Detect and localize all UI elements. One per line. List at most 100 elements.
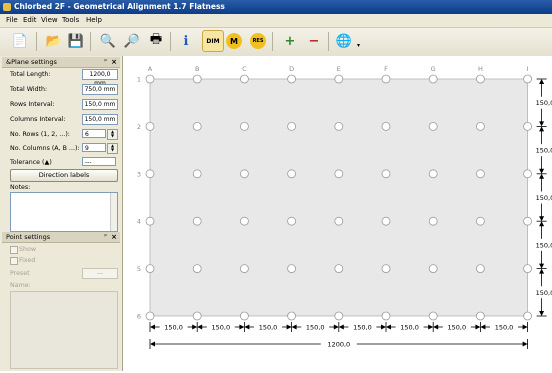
grid-point[interactable] [475,264,485,274]
globe-icon[interactable]: 🌐 [334,31,354,51]
total-length-label: 1200,0 [327,341,350,349]
grid-point[interactable] [192,216,202,226]
menu-file[interactable]: File [6,16,18,24]
grid-point[interactable] [240,311,249,321]
rows-interval-field[interactable]: 150,0 mm [82,99,118,110]
grid-point[interactable] [475,169,485,179]
zoom-in-icon[interactable]: + [280,31,300,51]
print-icon[interactable]: 🖶 [146,31,166,51]
grid-point[interactable] [475,311,485,321]
menu-help[interactable]: Help [86,16,102,24]
grid-point[interactable] [523,122,533,131]
grid-point[interactable] [334,311,344,321]
grid-point[interactable] [287,169,297,179]
show-checkbox[interactable] [10,246,18,254]
save-icon[interactable]: 💾 [66,31,86,51]
res-icon[interactable]: RES [250,33,266,49]
notes-scrollbar[interactable] [110,193,117,231]
grid-point[interactable] [334,169,344,179]
grid-point[interactable] [381,216,391,226]
columns-count-input[interactable]: 9 [82,143,106,152]
grid-point[interactable] [334,264,344,274]
title-bar: Chlorbed 2F - Geometrical Alignment 1.7 … [0,0,552,14]
preview-icon[interactable]: 🔎 [122,31,142,51]
dim-icon[interactable]: DIM [202,30,224,52]
grid-point[interactable] [428,216,438,226]
grid-point[interactable] [381,122,391,131]
pin-icon[interactable]: ᵖ [104,232,107,242]
grid-point[interactable] [145,311,155,321]
grid-point[interactable] [145,122,155,131]
toolbar-separator [36,32,37,51]
tolerance-field[interactable]: --- [82,157,116,166]
grid-point[interactable] [523,74,533,84]
preset-field[interactable]: --- [82,268,118,279]
grid-point[interactable] [523,216,533,226]
grid-point[interactable] [192,122,202,131]
close-icon[interactable]: × [111,232,117,242]
info-icon[interactable]: ℹ [176,31,196,51]
total-width-field[interactable]: 750,0 mm [82,84,118,95]
plane-canvas[interactable]: A B C D E F G H I 1 2 3 4 5 6 150,0 150,0 150,0 150,0 150,0… [123,56,552,371]
grid-point[interactable] [381,74,391,84]
dimension-arrow [539,268,545,274]
grid-point[interactable] [192,74,202,84]
grid-point[interactable] [145,264,155,274]
dimension-arrow [338,324,344,330]
m-icon[interactable]: M [226,33,242,49]
notes-textarea[interactable] [10,192,118,232]
grid-point[interactable] [192,169,202,179]
grid-point[interactable] [523,169,533,179]
grid-point[interactable] [523,264,533,274]
grid-point[interactable] [428,169,438,179]
grid-point[interactable] [287,264,297,274]
grid-point[interactable] [334,122,344,131]
columns-count-stepper[interactable]: ▲ ▼ [107,143,118,154]
grid-point[interactable] [428,311,438,321]
grid-point[interactable] [240,216,249,226]
grid-point[interactable] [523,311,533,321]
grid-point[interactable] [381,169,391,179]
zoom-out-icon[interactable]: − [304,31,324,51]
grid-point[interactable] [145,169,155,179]
fixed-checkbox[interactable] [10,257,18,265]
grid-point[interactable] [240,169,249,179]
menu-tools[interactable]: Tools [62,16,79,24]
grid-point[interactable] [145,216,155,226]
grid-point[interactable] [145,74,155,84]
grid-point[interactable] [381,311,391,321]
grid-point[interactable] [287,74,297,84]
pin-icon[interactable]: ᵖ [104,57,107,67]
grid-point[interactable] [240,74,249,84]
grid-point[interactable] [475,216,485,226]
total-length-field[interactable]: 1200,0 mm [82,69,118,87]
rows-count-stepper[interactable]: ▲ ▼ [107,129,118,140]
columns-interval-field[interactable]: 150,0 mm [82,114,118,125]
grid-point[interactable] [240,122,249,131]
menu-edit[interactable]: Edit [23,16,37,24]
grid-point[interactable] [334,74,344,84]
menu-view[interactable]: View [41,16,58,24]
grid-point[interactable] [428,74,438,84]
grid-point[interactable] [192,264,202,274]
name-textarea[interactable] [10,291,118,369]
toolbar-overflow-icon[interactable]: ▾ [357,42,360,49]
new-icon[interactable]: 📄 [10,31,30,51]
grid-point[interactable] [287,311,297,321]
grid-point[interactable] [334,216,344,226]
grid-point[interactable] [475,122,485,131]
grid-point[interactable] [428,264,438,274]
open-folder-icon[interactable]: 📂 [44,31,64,51]
grid-point[interactable] [287,122,297,131]
close-icon[interactable]: × [111,57,117,67]
grid-point[interactable] [240,264,249,274]
grid-point[interactable] [381,264,391,274]
grid-point[interactable] [287,216,297,226]
grid-point[interactable] [192,311,202,321]
grid-point[interactable] [428,122,438,131]
dimension-arrow [150,341,155,347]
print-preview-icon[interactable]: 🔍 [98,31,118,51]
grid-point[interactable] [475,74,485,84]
rows-count-input[interactable]: 6 [82,129,106,138]
direction-labels-button[interactable]: Direction labels [10,169,118,182]
